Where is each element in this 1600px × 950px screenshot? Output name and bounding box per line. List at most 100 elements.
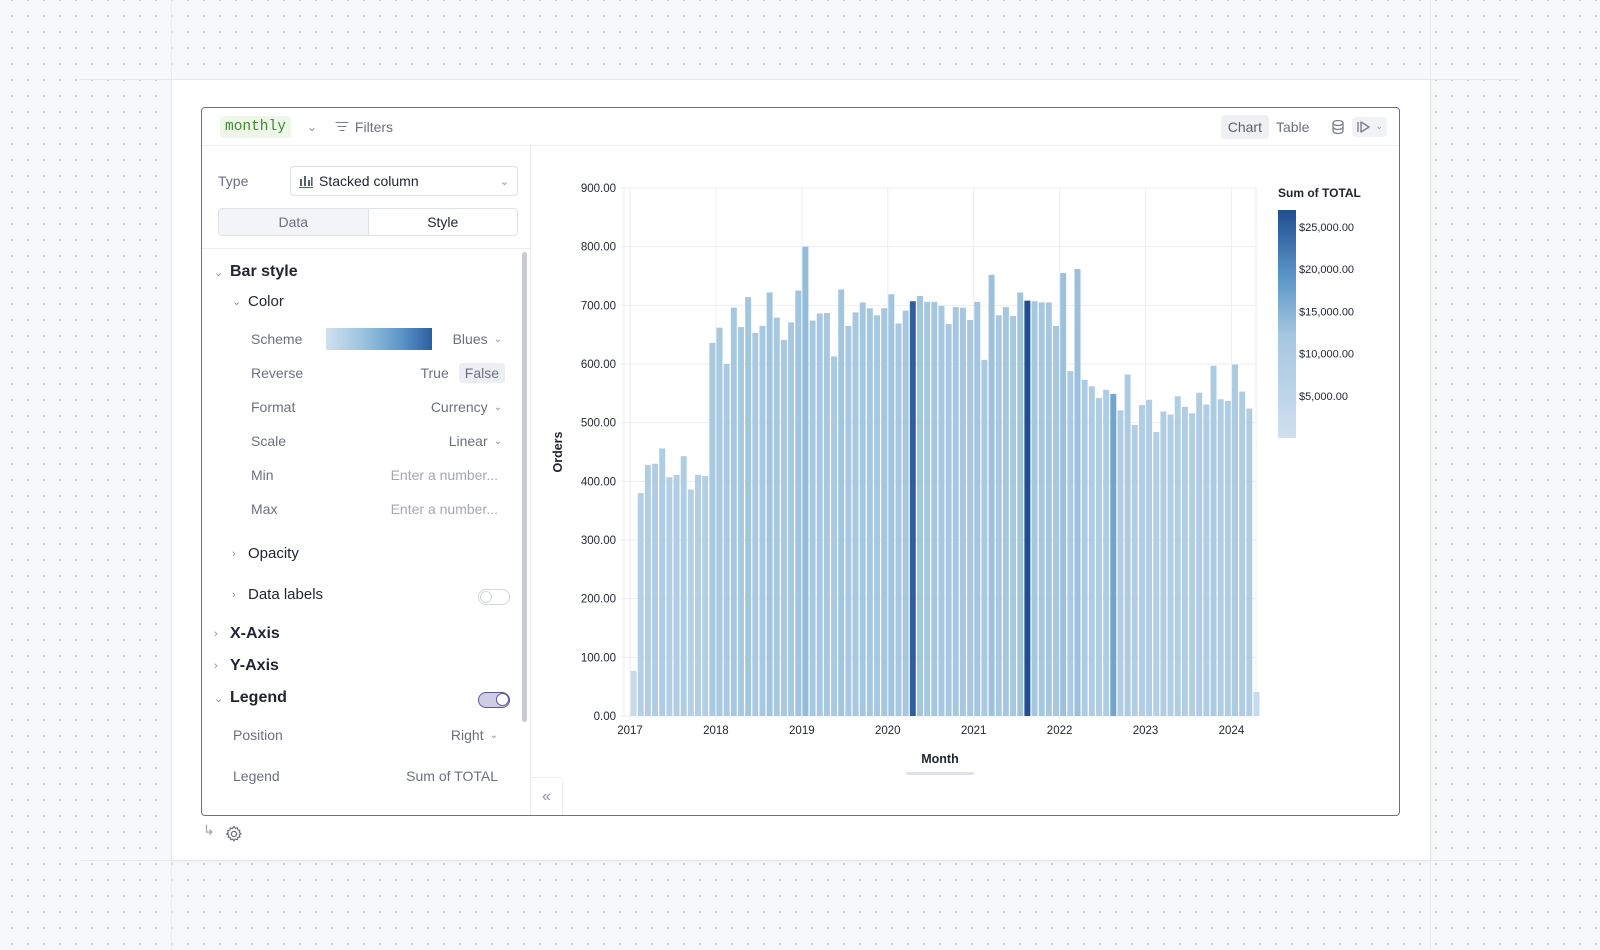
bar[interactable] — [630, 670, 637, 716]
bar[interactable] — [881, 308, 888, 716]
variable-name[interactable]: monthly — [220, 115, 291, 138]
tab-chart[interactable]: Chart — [1220, 114, 1269, 139]
bar[interactable] — [988, 274, 995, 716]
bar[interactable] — [859, 302, 866, 716]
bar[interactable] — [709, 342, 716, 716]
bar[interactable] — [1053, 325, 1059, 716]
bar[interactable] — [866, 308, 873, 716]
chevron-down-icon[interactable]: ⌄ — [214, 692, 230, 705]
bar[interactable] — [1217, 399, 1224, 716]
bar[interactable] — [766, 292, 773, 716]
reverse-true-option[interactable]: True — [414, 363, 454, 383]
x-axis-scroll-handle[interactable] — [906, 772, 974, 775]
legend-title-input[interactable]: Sum of TOTAL — [406, 768, 498, 784]
bar[interactable] — [917, 295, 923, 716]
bar[interactable] — [673, 474, 680, 716]
bar[interactable] — [738, 327, 744, 716]
bar[interactable] — [1103, 389, 1110, 716]
bar[interactable] — [909, 301, 916, 716]
bar[interactable] — [1146, 399, 1153, 716]
bar[interactable] — [945, 324, 952, 716]
reverse-false-option[interactable]: False — [458, 363, 505, 383]
chevron-right-icon[interactable]: › — [232, 589, 248, 601]
bar[interactable] — [1010, 315, 1017, 716]
bar[interactable] — [1253, 691, 1260, 716]
chevron-down-icon[interactable]: ⌄ — [232, 295, 248, 308]
data-labels-toggle[interactable] — [478, 589, 510, 605]
database-icon[interactable] — [1330, 119, 1346, 135]
bar[interactable] — [695, 474, 701, 716]
tab-style[interactable]: Style — [368, 209, 517, 235]
bar[interactable] — [1138, 405, 1145, 716]
bar[interactable] — [644, 464, 651, 716]
bar[interactable] — [845, 325, 852, 716]
chart-type-select[interactable]: Stacked column ⌄ — [290, 166, 518, 196]
bar[interactable] — [802, 246, 809, 716]
bar[interactable] — [902, 310, 909, 716]
bar[interactable] — [788, 322, 795, 716]
bar[interactable] — [1210, 365, 1217, 716]
chart-cell[interactable]: monthly ⌄ Filters Chart Table ⌄ Type Sta… — [201, 107, 1400, 816]
bar[interactable] — [809, 320, 816, 716]
section-x-axis[interactable]: › X-Axis — [214, 625, 280, 643]
legend-toggle[interactable] — [478, 692, 510, 708]
bar[interactable] — [1224, 400, 1231, 716]
bar[interactable] — [652, 463, 659, 716]
bar[interactable] — [659, 448, 666, 716]
bar[interactable] — [995, 315, 1002, 716]
max-input[interactable]: Enter a number... — [391, 501, 498, 517]
bar[interactable] — [1110, 393, 1117, 716]
bar[interactable] — [716, 327, 723, 716]
filters-button[interactable]: Filters — [335, 119, 393, 135]
bar[interactable] — [1181, 406, 1188, 716]
bar[interactable] — [1031, 301, 1038, 716]
bar[interactable] — [1196, 392, 1203, 716]
bar[interactable] — [981, 359, 988, 716]
bar[interactable] — [752, 332, 759, 716]
bar[interactable] — [895, 323, 902, 716]
chevron-down-icon[interactable]: ⌄ — [1375, 121, 1383, 132]
bar[interactable] — [1045, 302, 1052, 716]
chevron-right-icon[interactable]: › — [214, 660, 230, 672]
bar[interactable] — [723, 364, 730, 716]
bar[interactable] — [1246, 408, 1253, 716]
subsection-data-labels[interactable]: › Data labels — [232, 586, 323, 603]
bar[interactable] — [816, 313, 823, 716]
bar[interactable] — [780, 339, 787, 716]
bar[interactable] — [702, 476, 709, 716]
bar[interactable] — [773, 317, 780, 716]
section-y-axis[interactable]: › Y-Axis — [214, 657, 279, 675]
bar[interactable] — [666, 477, 673, 716]
tab-table[interactable]: Table — [1269, 115, 1316, 139]
bar[interactable] — [1088, 386, 1095, 716]
bar[interactable] — [931, 301, 938, 716]
bar[interactable] — [888, 294, 895, 716]
bar[interactable] — [967, 320, 974, 716]
bar[interactable] — [874, 315, 880, 716]
bar[interactable] — [1174, 396, 1181, 716]
bar[interactable] — [852, 312, 859, 716]
bar[interactable] — [924, 301, 931, 716]
scale-select[interactable]: Linear ⌄ — [449, 433, 502, 449]
bar[interactable] — [1239, 391, 1246, 716]
bar[interactable] — [823, 312, 830, 716]
bar[interactable] — [1153, 432, 1160, 716]
bar[interactable] — [795, 290, 802, 716]
bar[interactable] — [1067, 371, 1074, 716]
format-select[interactable]: Currency ⌄ — [431, 399, 502, 415]
scrollbar[interactable] — [522, 252, 527, 722]
bar[interactable] — [1167, 414, 1174, 716]
bar[interactable] — [1124, 374, 1131, 716]
min-input[interactable]: Enter a number... — [391, 467, 498, 483]
gear-icon[interactable] — [224, 824, 244, 844]
scheme-select[interactable]: Blues ⌄ — [453, 331, 502, 347]
bar[interactable] — [1117, 410, 1124, 716]
bar[interactable] — [952, 307, 959, 716]
chevron-right-icon[interactable]: › — [232, 548, 248, 560]
bar[interactable] — [680, 456, 687, 716]
legend-position-select[interactable]: Right ⌄ — [451, 727, 498, 743]
bar[interactable] — [1096, 398, 1102, 716]
bar[interactable] — [730, 307, 737, 716]
section-bar-style[interactable]: ⌄ Bar style — [214, 263, 298, 281]
bar[interactable] — [974, 301, 981, 716]
